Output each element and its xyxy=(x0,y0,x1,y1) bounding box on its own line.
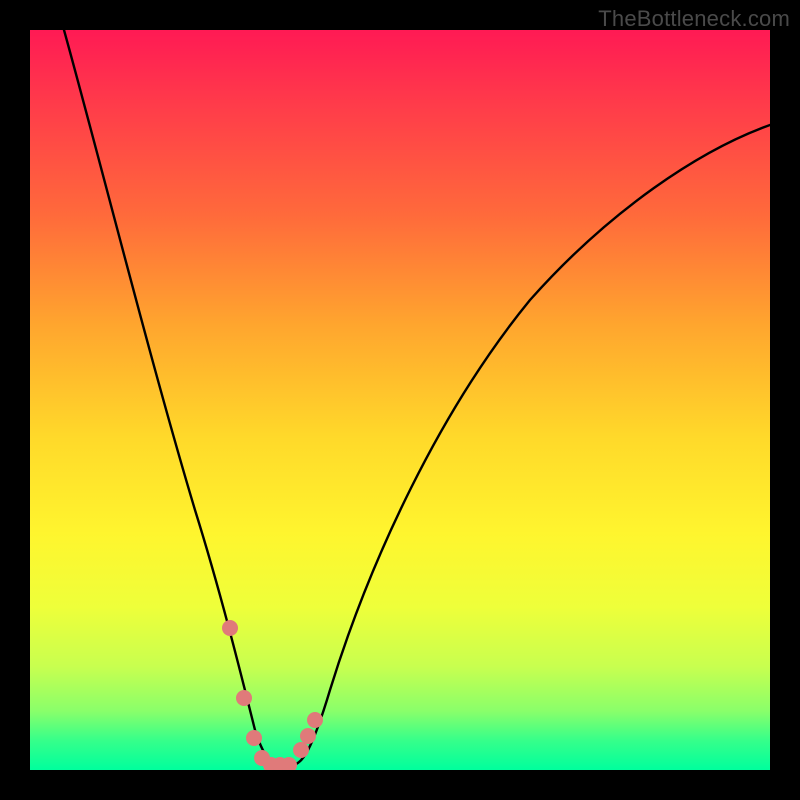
chart-svg xyxy=(30,30,770,770)
chart-frame xyxy=(30,30,770,770)
marker-dot xyxy=(293,742,309,758)
marker-dot xyxy=(222,620,238,636)
marker-dot xyxy=(236,690,252,706)
marker-dot xyxy=(307,712,323,728)
bottleneck-curve xyxy=(64,30,770,765)
marker-dot xyxy=(300,728,316,744)
marker-group xyxy=(222,620,323,770)
marker-dot xyxy=(246,730,262,746)
watermark-text: TheBottleneck.com xyxy=(598,6,790,32)
